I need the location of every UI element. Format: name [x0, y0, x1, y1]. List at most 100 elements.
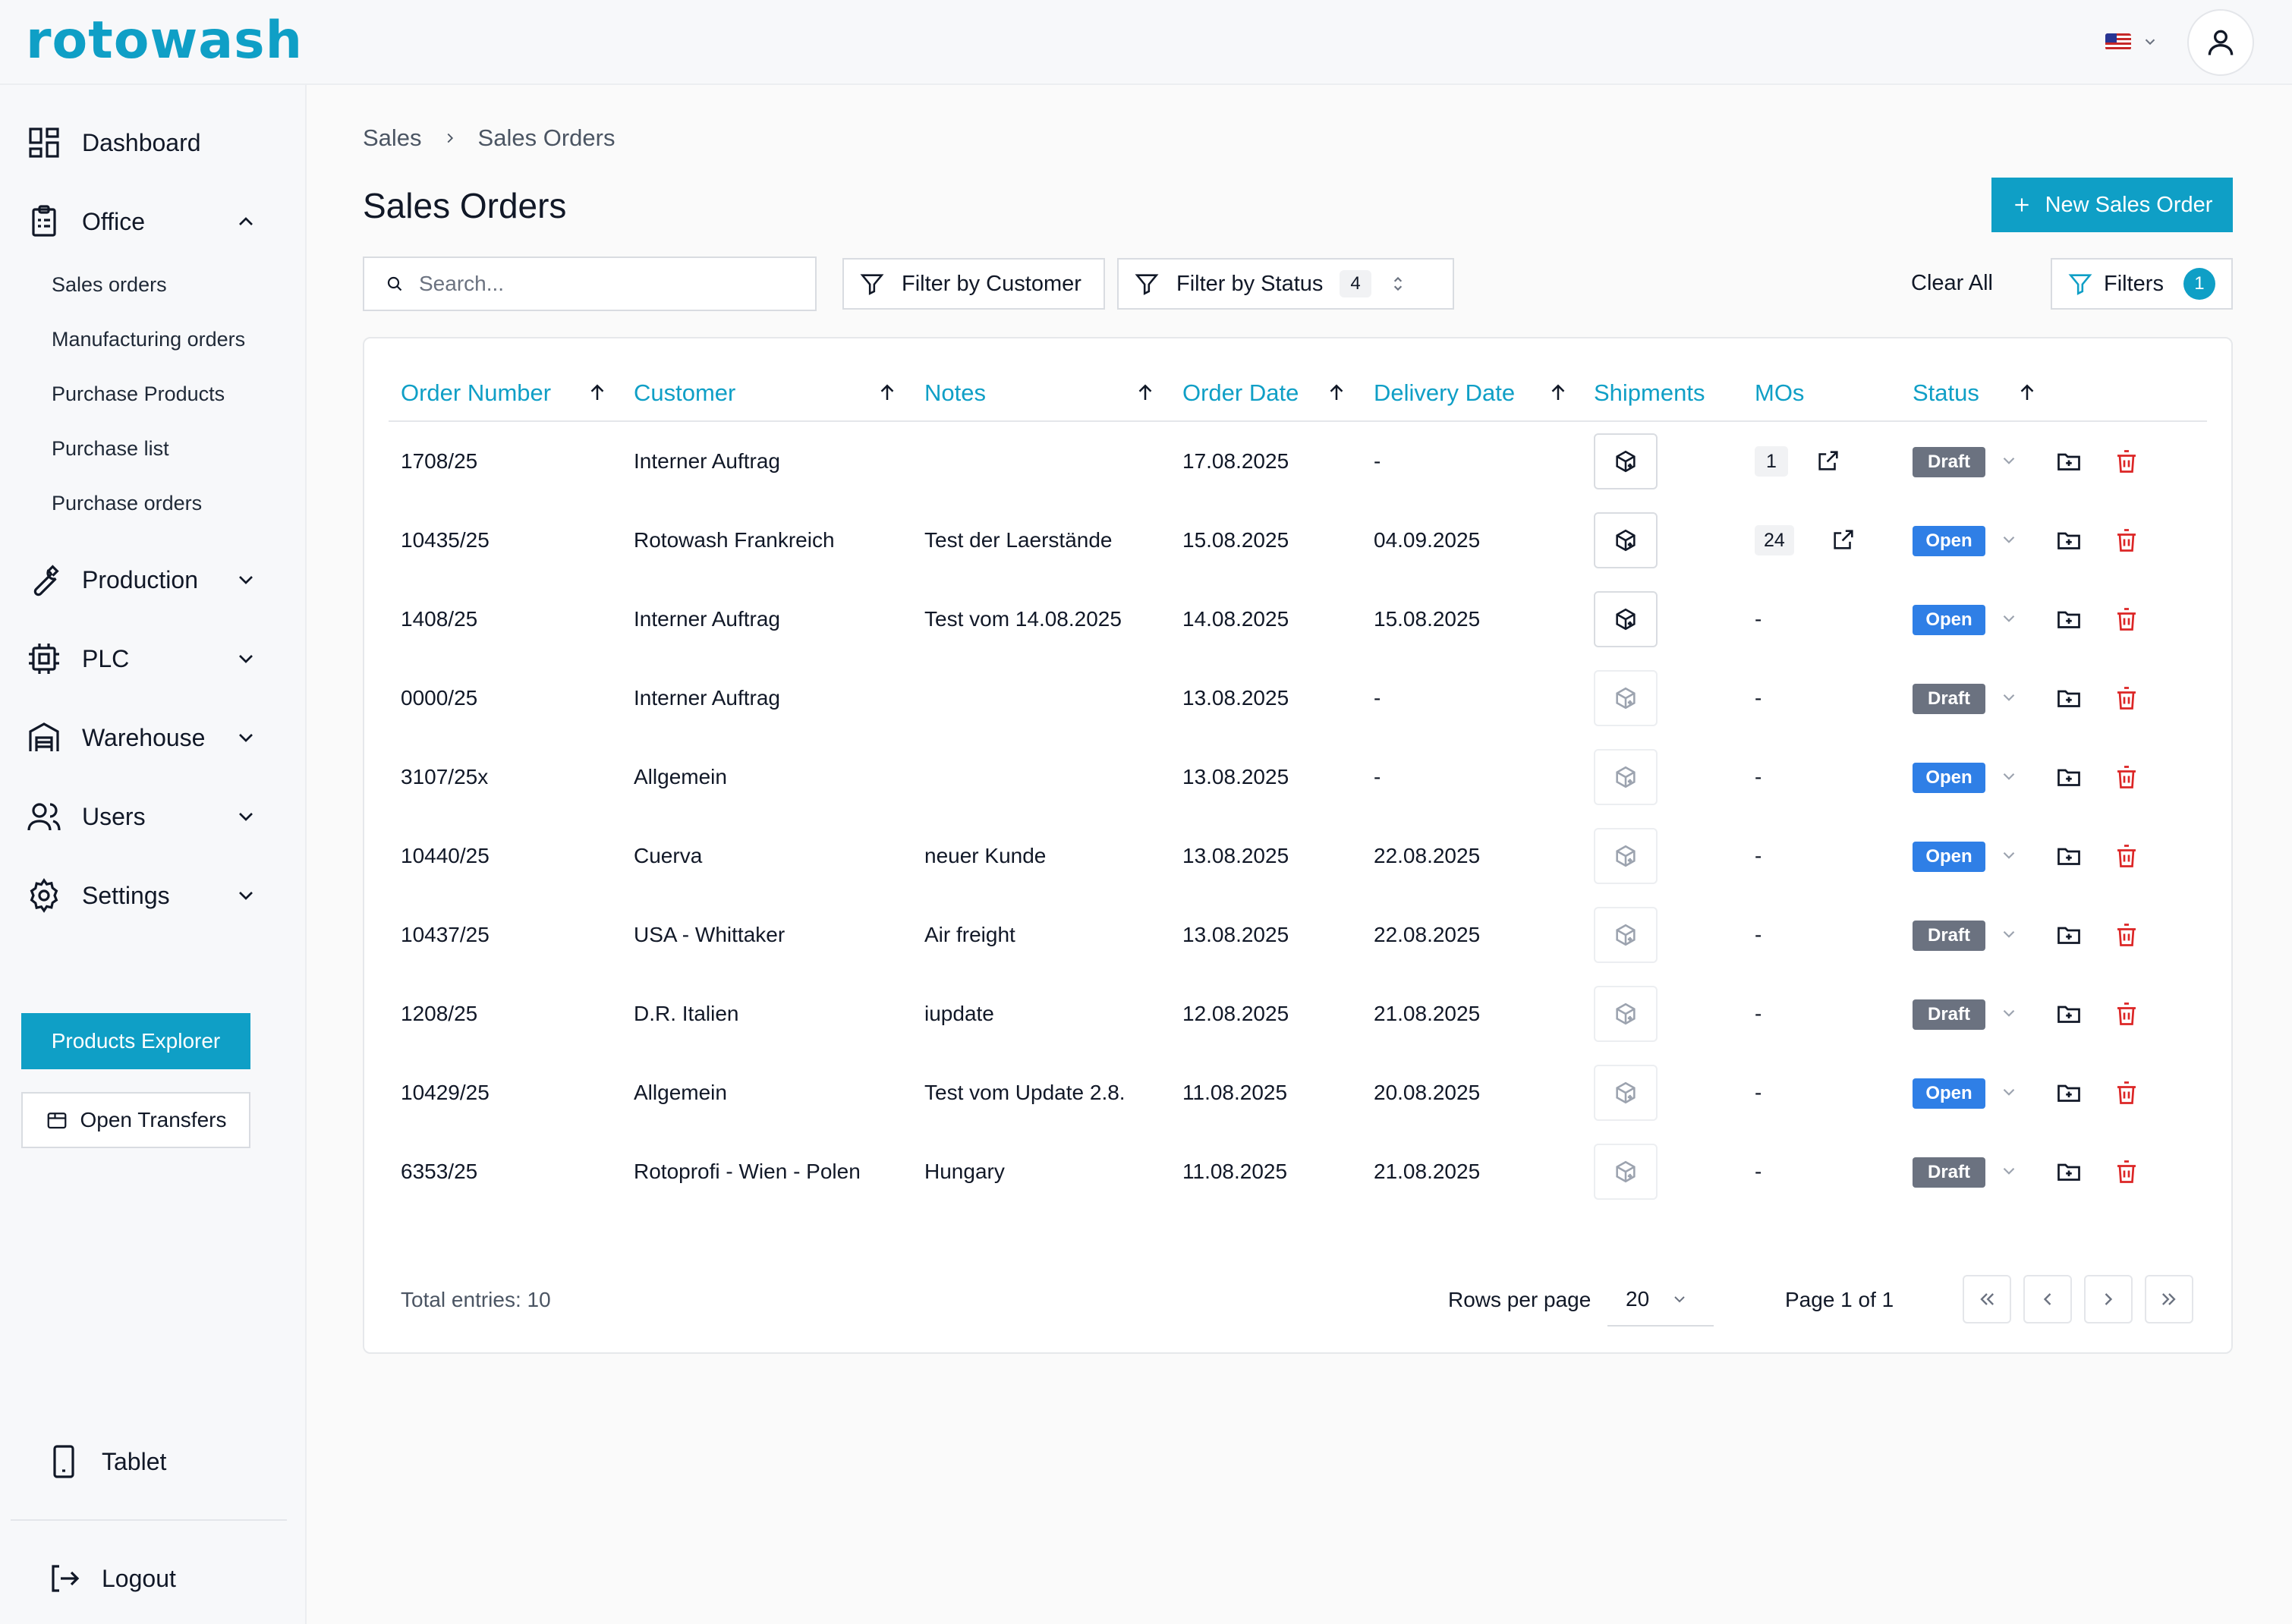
- table-row[interactable]: 6353/25 Rotoprofi - Wien - Polen Hungary 11…: [389, 1132, 2207, 1211]
- sidebar-item-office[interactable]: Office: [26, 199, 258, 244]
- trash-icon[interactable]: [2113, 842, 2140, 870]
- status-badge[interactable]: Draft: [1913, 1157, 1985, 1188]
- folder-plus-icon[interactable]: [2055, 842, 2083, 870]
- chevron-down-icon[interactable]: [1999, 766, 2026, 794]
- filters-button[interactable]: Filters 1: [2051, 258, 2233, 310]
- sidebar-item-users[interactable]: Users: [26, 794, 258, 839]
- sidebar-subitem-manufacturing-orders[interactable]: Manufacturing orders: [52, 328, 245, 351]
- folder-plus-icon[interactable]: [2055, 921, 2083, 949]
- user-menu-button[interactable]: [2187, 9, 2254, 76]
- chevron-down-icon[interactable]: [1999, 1082, 2026, 1109]
- order-number-cell[interactable]: 1208/25: [401, 974, 477, 1053]
- order-number-cell[interactable]: 10437/25: [401, 895, 490, 974]
- filter-by-status-button[interactable]: Filter by Status 4: [1117, 258, 1454, 310]
- shipments-button[interactable]: [1594, 670, 1658, 726]
- folder-plus-icon[interactable]: [2055, 606, 2083, 633]
- folder-plus-icon[interactable]: [2055, 1158, 2083, 1185]
- shipments-button[interactable]: [1594, 828, 1658, 884]
- sidebar-item-production[interactable]: Production: [26, 557, 258, 603]
- sidebar-item-settings[interactable]: Settings: [26, 873, 258, 918]
- last-page-button[interactable]: [2145, 1275, 2193, 1323]
- chevron-down-icon[interactable]: [1999, 451, 2026, 478]
- status-badge[interactable]: Draft: [1913, 999, 1985, 1030]
- order-number-cell[interactable]: 10429/25: [401, 1053, 490, 1132]
- products-explorer-button[interactable]: Products Explorer: [21, 1013, 250, 1069]
- trash-icon[interactable]: [2113, 1000, 2140, 1028]
- column-header-notes[interactable]: Notes: [924, 379, 986, 407]
- order-number-cell[interactable]: 10435/25: [401, 501, 490, 580]
- rotowash-logo[interactable]: rotowash: [26, 11, 303, 71]
- table-row[interactable]: 1708/25 Interner Auftrag 17.08.2025 - 1 Draft: [389, 422, 2207, 501]
- sidebar-item-dashboard[interactable]: Dashboard: [26, 120, 258, 165]
- trash-icon[interactable]: [2113, 763, 2140, 791]
- status-badge[interactable]: Draft: [1913, 684, 1985, 714]
- order-number-cell[interactable]: 10440/25: [401, 817, 490, 895]
- chevron-down-icon[interactable]: [1999, 530, 2026, 557]
- shipments-button[interactable]: [1594, 1144, 1658, 1200]
- table-row[interactable]: 0000/25 Interner Auftrag 13.08.2025 - - Draft: [389, 659, 2207, 738]
- shipments-button[interactable]: [1594, 749, 1658, 805]
- language-selector[interactable]: [2105, 30, 2158, 53]
- table-row[interactable]: 1208/25 D.R. Italien iupdate 12.08.2025 21.0…: [389, 974, 2207, 1053]
- trash-icon[interactable]: [2113, 606, 2140, 633]
- column-header-delivery-date[interactable]: Delivery Date: [1374, 379, 1515, 407]
- sort-arrow-up-icon[interactable]: [1325, 379, 1348, 405]
- chevron-down-icon[interactable]: [1999, 609, 2026, 636]
- previous-page-button[interactable]: [2023, 1275, 2072, 1323]
- column-header-order-date[interactable]: Order Date: [1182, 379, 1299, 407]
- column-header-customer[interactable]: Customer: [634, 379, 735, 407]
- chevron-down-icon[interactable]: [1999, 1003, 2026, 1031]
- sort-arrow-up-icon[interactable]: [586, 379, 609, 405]
- rows-per-page-select[interactable]: 20: [1607, 1273, 1714, 1327]
- external-link-icon[interactable]: [1831, 527, 1858, 554]
- shipments-button[interactable]: [1594, 907, 1658, 963]
- search-input[interactable]: [419, 272, 798, 296]
- sidebar-item-plc[interactable]: PLC: [26, 636, 258, 681]
- order-number-cell[interactable]: 0000/25: [401, 659, 477, 738]
- status-badge[interactable]: Open: [1913, 526, 1985, 556]
- sort-arrow-up-icon[interactable]: [1134, 379, 1157, 405]
- column-header-order-number[interactable]: Order Number: [401, 379, 551, 407]
- folder-plus-icon[interactable]: [2055, 1000, 2083, 1028]
- order-number-cell[interactable]: 6353/25: [401, 1132, 477, 1211]
- folder-plus-icon[interactable]: [2055, 527, 2083, 554]
- folder-plus-icon[interactable]: [2055, 448, 2083, 475]
- status-badge[interactable]: Draft: [1913, 921, 1985, 951]
- table-row[interactable]: 10440/25 Cuerva neuer Kunde 13.08.2025 22.08…: [389, 817, 2207, 895]
- chevron-down-icon[interactable]: [1999, 924, 2026, 952]
- folder-plus-icon[interactable]: [2055, 1079, 2083, 1106]
- sidebar-subitem-purchase-orders[interactable]: Purchase orders: [52, 492, 202, 515]
- status-badge[interactable]: Open: [1913, 605, 1985, 635]
- sidebar-subitem-purchase-list[interactable]: Purchase list: [52, 437, 169, 461]
- chevron-down-icon[interactable]: [1999, 1161, 2026, 1188]
- shipments-button[interactable]: [1594, 986, 1658, 1042]
- table-row[interactable]: 10437/25 USA - Whittaker Air freight 13.08.…: [389, 895, 2207, 974]
- order-number-cell[interactable]: 1708/25: [401, 422, 477, 501]
- shipments-button[interactable]: [1594, 591, 1658, 647]
- sidebar-subitem-sales-orders[interactable]: Sales orders: [52, 273, 167, 297]
- trash-icon[interactable]: [2113, 685, 2140, 712]
- trash-icon[interactable]: [2113, 448, 2140, 475]
- status-badge[interactable]: Draft: [1913, 447, 1985, 477]
- sort-arrow-up-icon[interactable]: [876, 379, 899, 405]
- shipments-button[interactable]: [1594, 512, 1658, 568]
- trash-icon[interactable]: [2113, 1158, 2140, 1185]
- sidebar-item-warehouse[interactable]: Warehouse: [26, 715, 258, 760]
- status-badge[interactable]: Open: [1913, 1078, 1985, 1109]
- shipments-button[interactable]: [1594, 1065, 1658, 1121]
- external-link-icon[interactable]: [1815, 448, 1843, 475]
- sidebar-subitem-purchase-products[interactable]: Purchase Products: [52, 382, 225, 406]
- trash-icon[interactable]: [2113, 1079, 2140, 1106]
- trash-icon[interactable]: [2113, 921, 2140, 949]
- chevron-down-icon[interactable]: [1999, 688, 2026, 715]
- sort-arrow-up-icon[interactable]: [2016, 379, 2039, 405]
- filter-by-customer-button[interactable]: Filter by Customer: [842, 258, 1105, 310]
- trash-icon[interactable]: [2113, 527, 2140, 554]
- table-row[interactable]: 3107/25x Allgemein 13.08.2025 - - Open: [389, 738, 2207, 817]
- breadcrumb-root[interactable]: Sales: [363, 124, 422, 152]
- order-number-cell[interactable]: 1408/25: [401, 580, 477, 659]
- folder-plus-icon[interactable]: [2055, 685, 2083, 712]
- logout-button[interactable]: Logout: [46, 1556, 278, 1601]
- table-row[interactable]: 10435/25 Rotowash Frankreich Test der Laer…: [389, 501, 2207, 580]
- clear-all-button[interactable]: Clear All: [1911, 271, 1993, 296]
